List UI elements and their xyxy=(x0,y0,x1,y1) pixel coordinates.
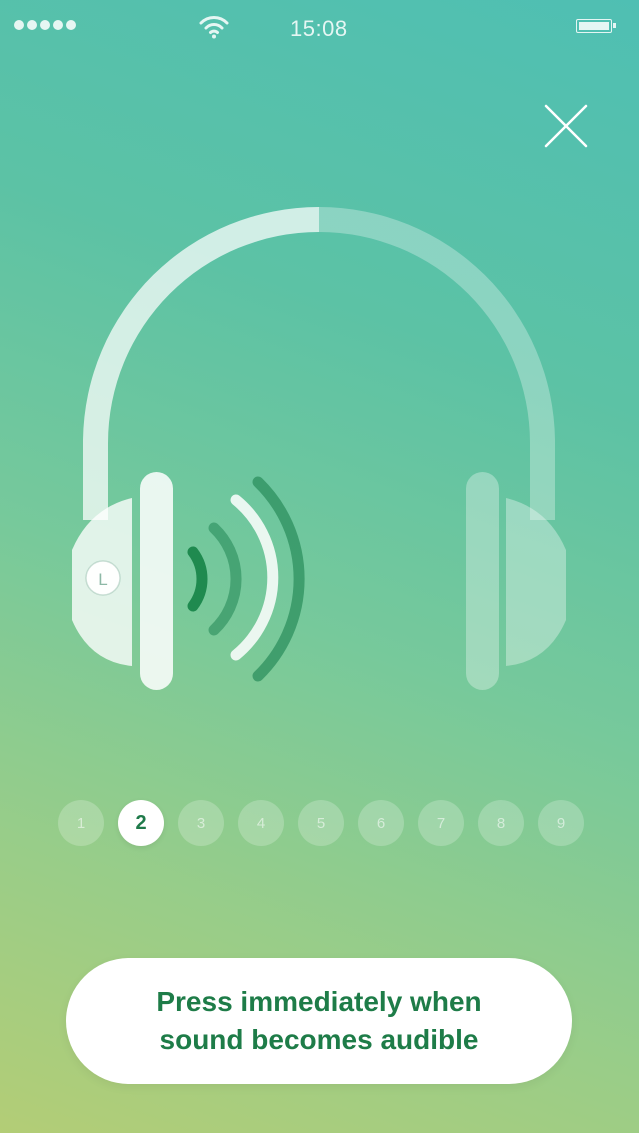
right-ear-bar xyxy=(466,472,499,690)
status-bar: 15:08 xyxy=(0,0,639,54)
left-ear-bar xyxy=(140,472,173,690)
headband-right xyxy=(319,207,555,520)
right-ear-cushion xyxy=(506,498,566,666)
step-6: 6 xyxy=(358,800,404,846)
hearing-test-screen: 15:08 L 1 2 3 4 5 6 7 8 9 Press immediat… xyxy=(0,0,639,1133)
step-4: 4 xyxy=(238,800,284,846)
headband-left xyxy=(83,207,319,520)
status-time: 15:08 xyxy=(290,16,348,41)
wifi-icon xyxy=(199,16,229,39)
step-1: 1 xyxy=(58,800,104,846)
headphones-illustration: L xyxy=(72,207,566,690)
signal-dots-icon xyxy=(14,20,76,30)
test-progress-steps: 1 2 3 4 5 6 7 8 9 xyxy=(58,800,584,846)
close-button[interactable] xyxy=(540,100,592,152)
sound-audible-button-label: Press immediately when sound becomes aud… xyxy=(156,983,481,1059)
button-label-line-2: sound becomes audible xyxy=(159,1024,479,1055)
step-8: 8 xyxy=(478,800,524,846)
step-2-current: 2 xyxy=(118,800,164,846)
close-icon xyxy=(544,104,588,148)
step-7: 7 xyxy=(418,800,464,846)
sound-audible-button[interactable]: Press immediately when sound becomes aud… xyxy=(66,958,572,1084)
step-5: 5 xyxy=(298,800,344,846)
step-3: 3 xyxy=(178,800,224,846)
step-9: 9 xyxy=(538,800,584,846)
sound-wave-icon xyxy=(187,476,305,682)
battery-icon xyxy=(576,19,616,33)
left-ear-label: L xyxy=(98,570,107,589)
button-label-line-1: Press immediately when xyxy=(156,986,482,1017)
